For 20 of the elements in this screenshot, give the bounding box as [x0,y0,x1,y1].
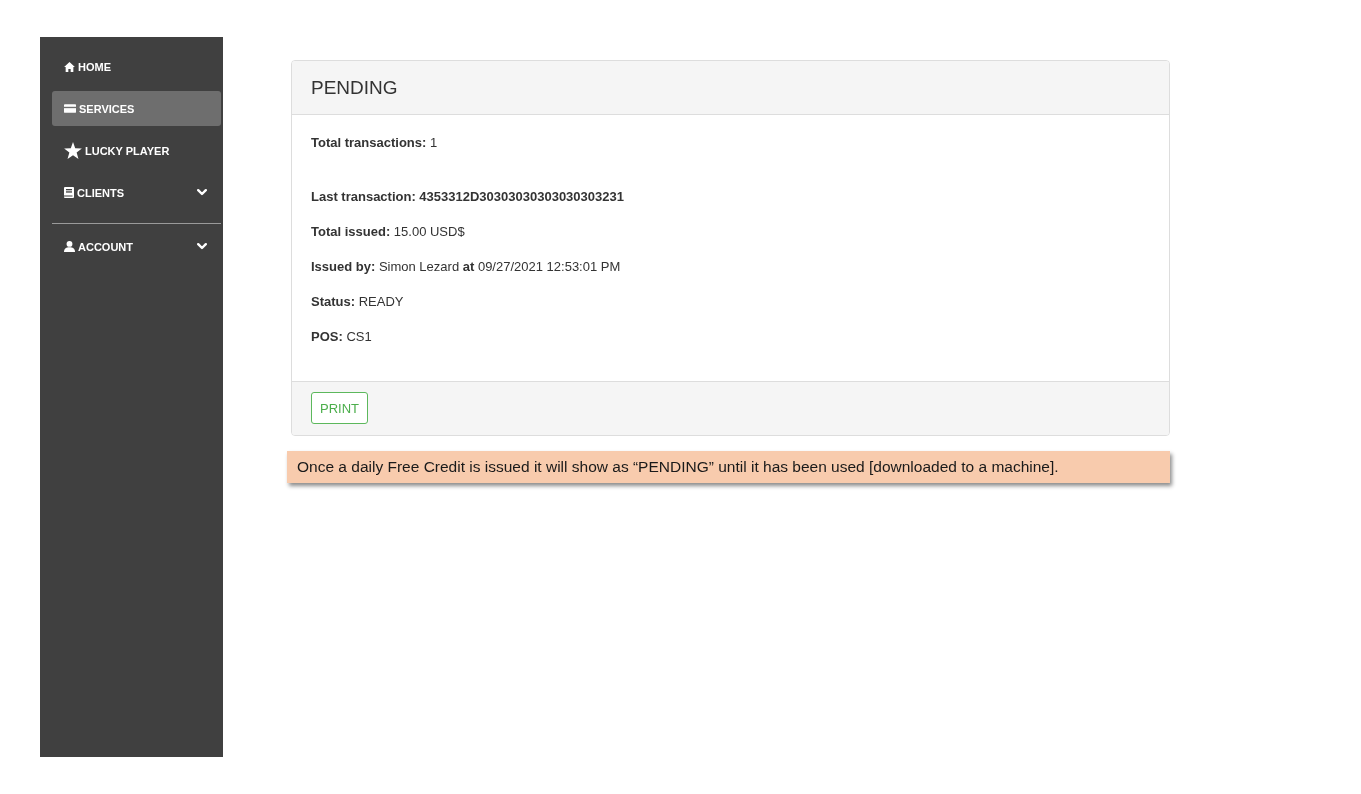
chevron-down-icon [197,189,207,196]
detail-text: Status: READY [311,293,404,311]
card-icon [64,104,76,113]
nav-menu-item[interactable]: CLIENTS [52,175,221,210]
panel-title: PENDING [311,76,398,99]
book-icon [64,187,74,198]
user-icon [64,241,75,252]
detail-text: Last transaction: 4353312D30303030303030303231 [311,188,624,206]
note-callout: Once a daily Free Credit is issued it will show as “PENDING” until it has been used [downloaded to a machine]. [287,451,1170,483]
nav-item[interactable]: HOME [52,49,221,84]
detail-text: Total transactions: 1 [311,134,438,152]
detail-text: POS: CS1 [311,328,372,346]
detail-text: Total issued: 15.00 USD$ [311,223,465,241]
detail-text: Issued by: Simon Lezard at 09/27/2021 12:53:01 PM [311,258,621,276]
star-icon [64,142,82,159]
nav-item[interactable]: LUCKY PLAYER [52,133,221,168]
chevron-down-icon [197,243,207,250]
nav-menu-item[interactable]: ACCOUNT [52,229,221,264]
home-icon [64,61,75,72]
nav-item[interactable]: SERVICES [52,91,221,126]
